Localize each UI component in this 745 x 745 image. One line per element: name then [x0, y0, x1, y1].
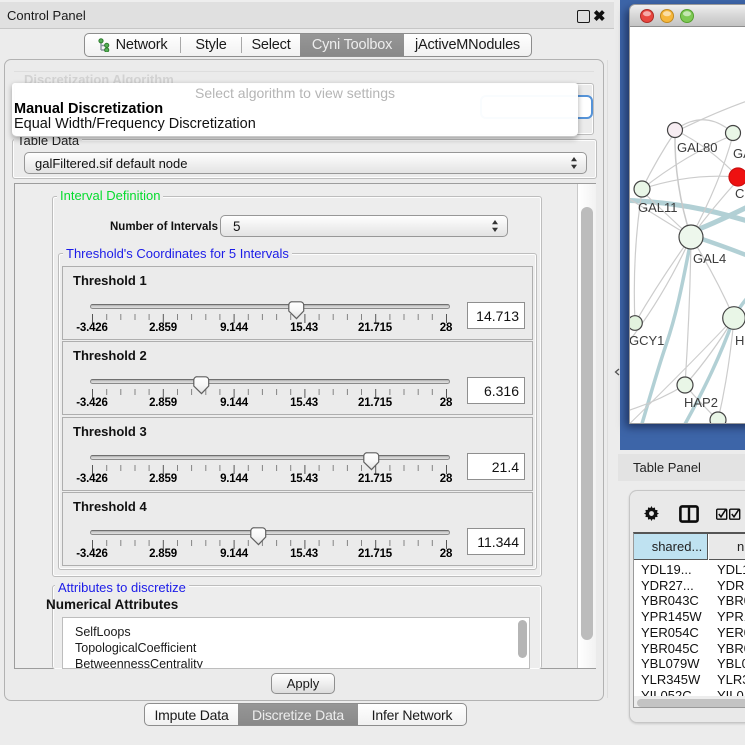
svg-text:GAL80: GAL80 — [677, 140, 717, 155]
svg-text:GAL11: GAL11 — [638, 200, 678, 215]
svg-text:C: C — [735, 186, 744, 201]
svg-text:H: H — [735, 333, 744, 348]
svg-text:GA: GA — [733, 146, 745, 161]
svg-text:GAL4: GAL4 — [693, 251, 726, 266]
svg-text:HAP2: HAP2 — [684, 395, 718, 410]
svg-text:GCY1: GCY1 — [630, 333, 664, 348]
